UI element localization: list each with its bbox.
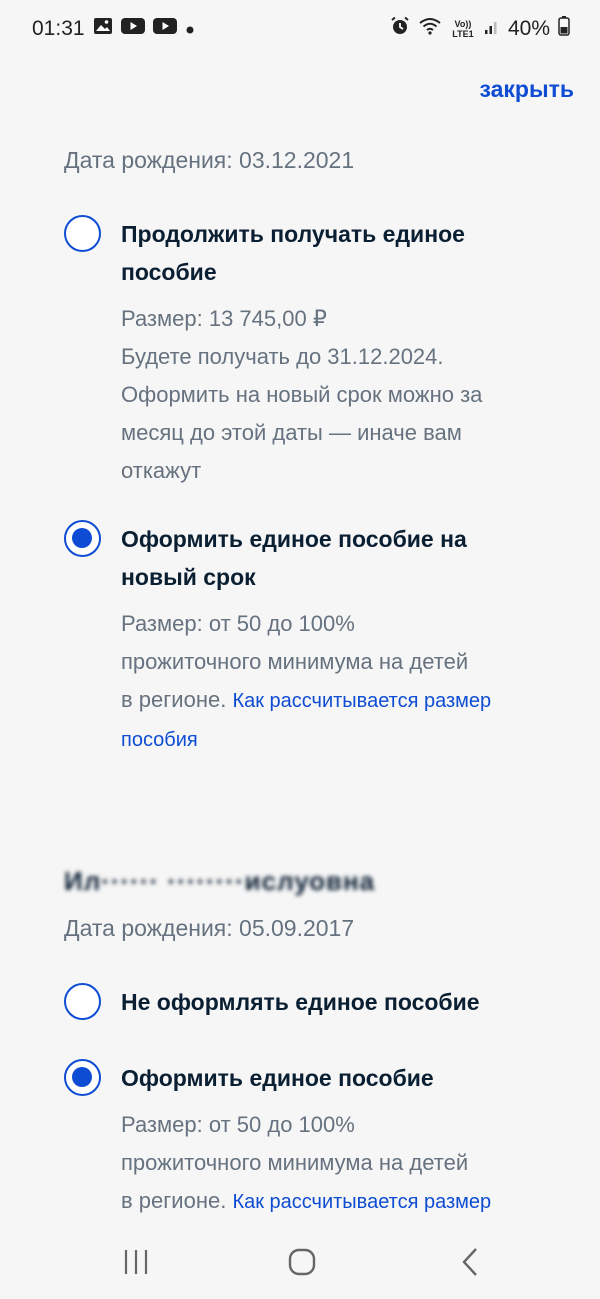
radio-unchecked[interactable]	[64, 983, 101, 1020]
desc-line: прожиточного минимума на детей	[121, 649, 469, 674]
child1-option-continue[interactable]: Продолжить получать единое пособие Разме…	[64, 215, 544, 490]
youtube-icon	[120, 17, 145, 41]
option-title: Продолжить получать единое пособие	[121, 215, 544, 291]
child2-name: Ил······ ········ислуовна	[64, 866, 376, 896]
option-title: Не оформлять единое пособие	[121, 989, 480, 1015]
option-description: Размер: 13 745,00 ₽ Будете получать до 3…	[121, 300, 544, 490]
option-body: Продолжить получать единое пособие Разме…	[121, 215, 544, 490]
desc-line: месяц до этой даты — иначе вам	[121, 420, 462, 445]
status-left: 01:31	[32, 17, 195, 41]
option-title-line: новый срок	[121, 564, 256, 590]
radio-checked[interactable]	[64, 1059, 101, 1096]
child1-birth-date: Дата рождения: 03.12.2021	[64, 147, 355, 173]
child2-birth-date: Дата рождения: 05.09.2017	[64, 915, 355, 941]
status-right: Vo)) LTE1 40%	[390, 16, 570, 42]
lte-indicator: Vo)) LTE1	[452, 19, 474, 39]
option-title: Оформить единое пособие на новый срок	[121, 520, 544, 596]
status-time: 01:31	[32, 17, 85, 40]
option-body: Оформить единое пособие Размер: от 50 до…	[121, 1059, 544, 1221]
signal-icon	[484, 17, 500, 41]
child1-option-renew[interactable]: Оформить единое пособие на новый срок Ра…	[64, 520, 544, 759]
option-title-line: Продолжить получать единое	[121, 221, 465, 247]
recents-icon[interactable]	[118, 1242, 154, 1287]
desc-text: в регионе.	[121, 1188, 227, 1213]
notification-dot-icon	[185, 17, 195, 41]
desc-line: откажут	[121, 458, 202, 483]
status-bar: 01:31 Vo)) LTE1 40%	[0, 0, 600, 58]
child2-option-decline[interactable]: Не оформлять единое пособие	[64, 983, 544, 1021]
desc-line: Будете получать до 31.12.2024.	[121, 344, 444, 369]
desc-line: Оформить на новый срок можно за	[121, 382, 483, 407]
benefit-calc-link[interactable]: Как рассчитывается размер	[232, 690, 491, 712]
home-icon[interactable]	[282, 1242, 322, 1287]
battery-percent: 40%	[507, 17, 550, 40]
wifi-icon	[418, 17, 442, 41]
back-icon[interactable]	[452, 1242, 488, 1287]
amount-text: Размер: от 50 до 100%	[121, 611, 355, 636]
system-nav-bar	[0, 1228, 600, 1299]
battery-icon	[558, 16, 570, 42]
amount-text: Размер: 13 745,00 ₽	[121, 306, 327, 331]
option-description: Размер: от 50 до 100% прожиточного миним…	[121, 1106, 544, 1221]
radio-checked[interactable]	[64, 520, 101, 557]
option-description: Размер: от 50 до 100% прожиточного миним…	[121, 605, 544, 759]
alarm-icon	[390, 16, 410, 42]
desc-text: в регионе.	[121, 687, 227, 712]
close-button[interactable]: закрыть	[479, 76, 574, 103]
image-icon	[93, 17, 113, 41]
desc-line-with-link: в регионе. Как рассчитывается размер	[121, 681, 544, 720]
amount-text: Размер: от 50 до 100%	[121, 1112, 355, 1137]
benefit-calc-link[interactable]: пособия	[121, 729, 198, 751]
radio-unchecked[interactable]	[64, 215, 101, 252]
option-title-line: пособие	[121, 259, 217, 285]
desc-line: прожиточного минимума на детей	[121, 1150, 469, 1175]
option-title: Оформить единое пособие	[121, 1065, 434, 1091]
child2-option-apply[interactable]: Оформить единое пособие Размер: от 50 до…	[64, 1059, 544, 1221]
desc-line-with-link: в регионе. Как рассчитывается размер	[121, 1182, 544, 1221]
benefit-calc-link[interactable]: Как рассчитывается размер	[232, 1191, 491, 1213]
option-body: Не оформлять единое пособие	[121, 983, 544, 1021]
youtube-icon	[152, 17, 177, 41]
option-title-line: Оформить единое пособие на	[121, 526, 467, 552]
option-body: Оформить единое пособие на новый срок Ра…	[121, 520, 544, 759]
